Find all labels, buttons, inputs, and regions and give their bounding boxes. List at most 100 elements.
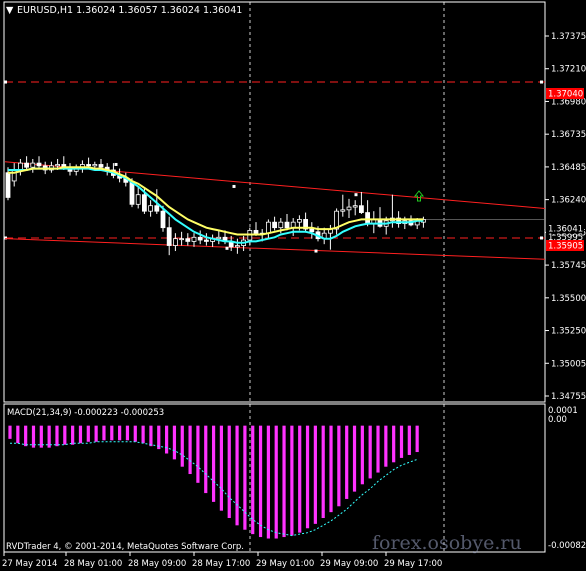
candle-bull (352, 205, 358, 208)
macd-bar (141, 425, 145, 444)
macd-bar (313, 425, 317, 524)
channel-anchor (114, 162, 118, 166)
macd-bar (368, 425, 372, 479)
candle-bear (203, 239, 209, 242)
time-label: 29 May 09:00 (320, 559, 378, 569)
svg-text:1.35905: 1.35905 (548, 242, 583, 252)
level-anchor (540, 80, 543, 84)
candle-bull (55, 164, 60, 167)
level-lines[interactable] (4, 80, 545, 240)
watermark: forex.osobye.ru (372, 532, 522, 554)
channel-anchor (225, 246, 229, 250)
time-label: 29 May 01:00 (256, 559, 314, 569)
macd-bar (149, 425, 153, 447)
price-tick-label: 1.37375 (551, 32, 586, 42)
macd-bar (55, 425, 59, 447)
price-tick-label: 1.35005 (551, 359, 586, 369)
macd-bar (345, 425, 349, 499)
macd-bar (337, 425, 341, 507)
macd-bar (282, 425, 286, 538)
macd-scale-bottom: -0.000821 (548, 541, 586, 551)
candle-bull (179, 238, 185, 241)
lower-level-marker: 1.35905 (546, 240, 584, 252)
macd-bar (86, 425, 90, 442)
macd-scale-zero: 0.00 (548, 415, 567, 425)
macd-bar (415, 425, 419, 453)
candle-bull (30, 162, 36, 168)
level-anchor (4, 80, 7, 84)
svg-text:1.37040: 1.37040 (548, 90, 583, 100)
macd-bar (235, 425, 239, 526)
time-grid (249, 2, 445, 552)
macd-bar (188, 425, 192, 475)
price-tick-label: 1.36735 (551, 130, 586, 140)
candle-bear (284, 221, 290, 229)
time-axis: 27 May 2014 28 May 01:00 28 May 09:00 28 Ma… (2, 552, 442, 569)
macd-bar (298, 425, 302, 533)
macd-bar (392, 425, 396, 463)
trading-chart[interactable]: ▼ EURUSD,H1 1.36024 1.36057 1.36024 1.36… (0, 0, 586, 571)
macd-bar (94, 425, 98, 442)
level-anchor (540, 236, 543, 240)
price-tick-label: 1.36485 (551, 163, 586, 173)
candle-bear (5, 172, 11, 198)
candle-bear (154, 205, 160, 212)
macd-bar (8, 425, 12, 439)
macd-bar (384, 425, 388, 467)
candle-bear (166, 227, 172, 246)
macd-bar (133, 425, 137, 442)
macd-bar (352, 425, 357, 492)
time-label: 29 May 17:00 (384, 559, 442, 569)
candle-bull (17, 162, 23, 171)
time-label: 28 May 17:00 (192, 559, 250, 569)
macd-bar (16, 425, 20, 444)
macd-bar (172, 425, 177, 460)
macd-bar (274, 425, 278, 539)
price-tick-label: 1.35500 (551, 294, 586, 304)
price-tick-label: 1.36240 (551, 196, 586, 206)
price-scale: 1.373751.372101.369801.367351.364851.362… (545, 32, 586, 402)
time-label: 27 May 2014 (2, 559, 57, 569)
macd-panel-frame (3, 403, 546, 553)
candle-bull (216, 236, 222, 240)
macd-bar (227, 425, 231, 519)
candle-bear (197, 236, 203, 241)
macd-bar (204, 425, 208, 494)
up-arrow-icon[interactable] (413, 190, 425, 202)
candle-bear (24, 162, 30, 168)
macd-histogram (8, 425, 419, 539)
candle-bull (265, 221, 271, 234)
candle-bull (278, 221, 284, 229)
copyright-text: RVDTrader 4, © 2001-2014, MetaQuotes Sof… (6, 542, 244, 552)
trend-channel[interactable] (4, 161, 546, 260)
channel-lower-line (4, 238, 546, 260)
candle-bear (86, 164, 91, 167)
macd-bar (63, 425, 67, 445)
candle-bear (358, 205, 364, 213)
macd-bar (219, 425, 224, 511)
symbol-info: EURUSD,H1 1.36024 1.36057 1.36024 1.3604… (17, 5, 242, 16)
macd-bar (376, 425, 380, 473)
macd-bar (180, 425, 184, 467)
channel-anchor (354, 193, 358, 197)
macd-bar (118, 425, 122, 441)
candle-bull (346, 206, 352, 211)
candle-bear (36, 162, 42, 167)
macd-bar (258, 425, 263, 538)
candle-bear (365, 212, 371, 224)
candle-bear (129, 181, 135, 205)
macd-bar (360, 425, 364, 485)
macd-bar (196, 425, 200, 483)
candle-bear (160, 210, 166, 229)
macd-bar (321, 425, 325, 519)
price-panel-frame (3, 1, 546, 403)
price-tick-label: 1.35745 (551, 261, 586, 271)
candle-bull (135, 194, 141, 205)
candle-bull (172, 238, 178, 246)
macd-title: MACD(21,34,9) -0.000223 -0.000253 (7, 408, 164, 418)
candle-bear (141, 194, 147, 212)
time-label: 28 May 01:00 (64, 559, 122, 569)
macd-bar (211, 425, 216, 502)
price-tick-label: 1.37210 (551, 65, 586, 75)
candle-bull (148, 205, 154, 212)
